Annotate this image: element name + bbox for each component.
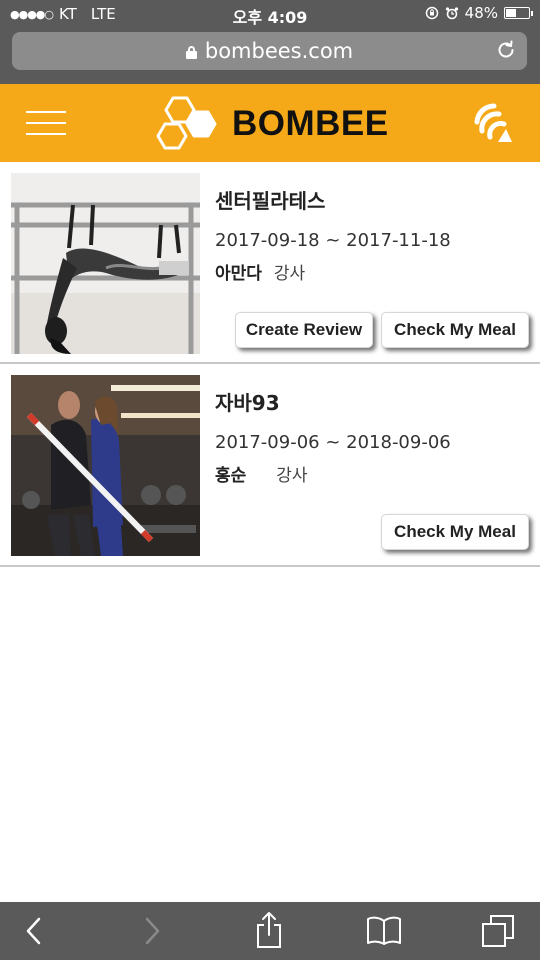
lock-icon — [185, 46, 197, 59]
browser-chrome-top: ●●●●○ KT LTE 오후 4:09 48% bombees.com — [0, 0, 540, 84]
status-icons: 48% — [425, 4, 533, 22]
class-dates: 2017-09-06 ~ 2018-09-06 — [215, 432, 451, 453]
check-my-meal-button[interactable]: Check My Meal — [381, 312, 529, 348]
url-text: bombees.com — [204, 39, 354, 63]
forward-icon[interactable] — [142, 915, 162, 947]
gym-training-photo[interactable] — [11, 375, 200, 556]
tabs-icon[interactable] — [481, 914, 515, 948]
back-icon[interactable] — [24, 915, 44, 947]
battery-icon — [504, 7, 533, 19]
honeycomb-logo-icon — [156, 96, 217, 150]
instructor-info: 아만다 강사 — [215, 259, 305, 284]
browser-toolbar — [0, 902, 540, 960]
share-icon[interactable] — [255, 911, 283, 949]
rotation-lock-icon — [425, 6, 438, 20]
check-my-meal-button[interactable]: Check My Meal — [381, 514, 529, 550]
brand-name: BOMBEE — [232, 104, 389, 143]
instructor-role: 강사 — [276, 466, 308, 486]
reload-icon[interactable] — [495, 39, 517, 61]
status-bar: ●●●●○ KT LTE 오후 4:09 48% — [0, 0, 540, 28]
class-title[interactable]: 센터필라테스 — [215, 185, 325, 214]
brand-logo[interactable]: BOMBEE — [156, 96, 389, 152]
instructor-info: 홍순 강사 — [215, 461, 308, 486]
class-dates: 2017-09-18 ~ 2017-11-18 — [215, 230, 451, 251]
app-header: BOMBEE — [0, 84, 540, 162]
class-list: 센터필라테스 2017-09-18 ~ 2017-11-18 아만다 강사 Cre… — [0, 162, 540, 567]
bookmarks-icon[interactable] — [366, 915, 402, 945]
alarm-icon — [445, 7, 458, 20]
url-display[interactable]: bombees.com — [12, 39, 527, 63]
wifi-signal-icon[interactable] — [472, 102, 514, 144]
menu-icon[interactable] — [26, 111, 66, 135]
pilates-photo[interactable] — [11, 173, 200, 354]
instructor-name: 아만다 — [215, 264, 262, 284]
instructor-role: 강사 — [273, 264, 306, 284]
battery-percent: 48% — [464, 4, 498, 22]
address-bar[interactable]: bombees.com — [12, 32, 527, 70]
list-item: 자바93 2017-09-06 ~ 2018-09-06 홍순 강사 Check … — [0, 364, 540, 567]
class-title[interactable]: 자바93 — [215, 387, 280, 416]
instructor-name: 홍순 — [215, 466, 247, 486]
list-item: 센터필라테스 2017-09-18 ~ 2017-11-18 아만다 강사 Cre… — [0, 162, 540, 364]
battery-level — [506, 9, 516, 17]
create-review-button[interactable]: Create Review — [235, 312, 373, 348]
